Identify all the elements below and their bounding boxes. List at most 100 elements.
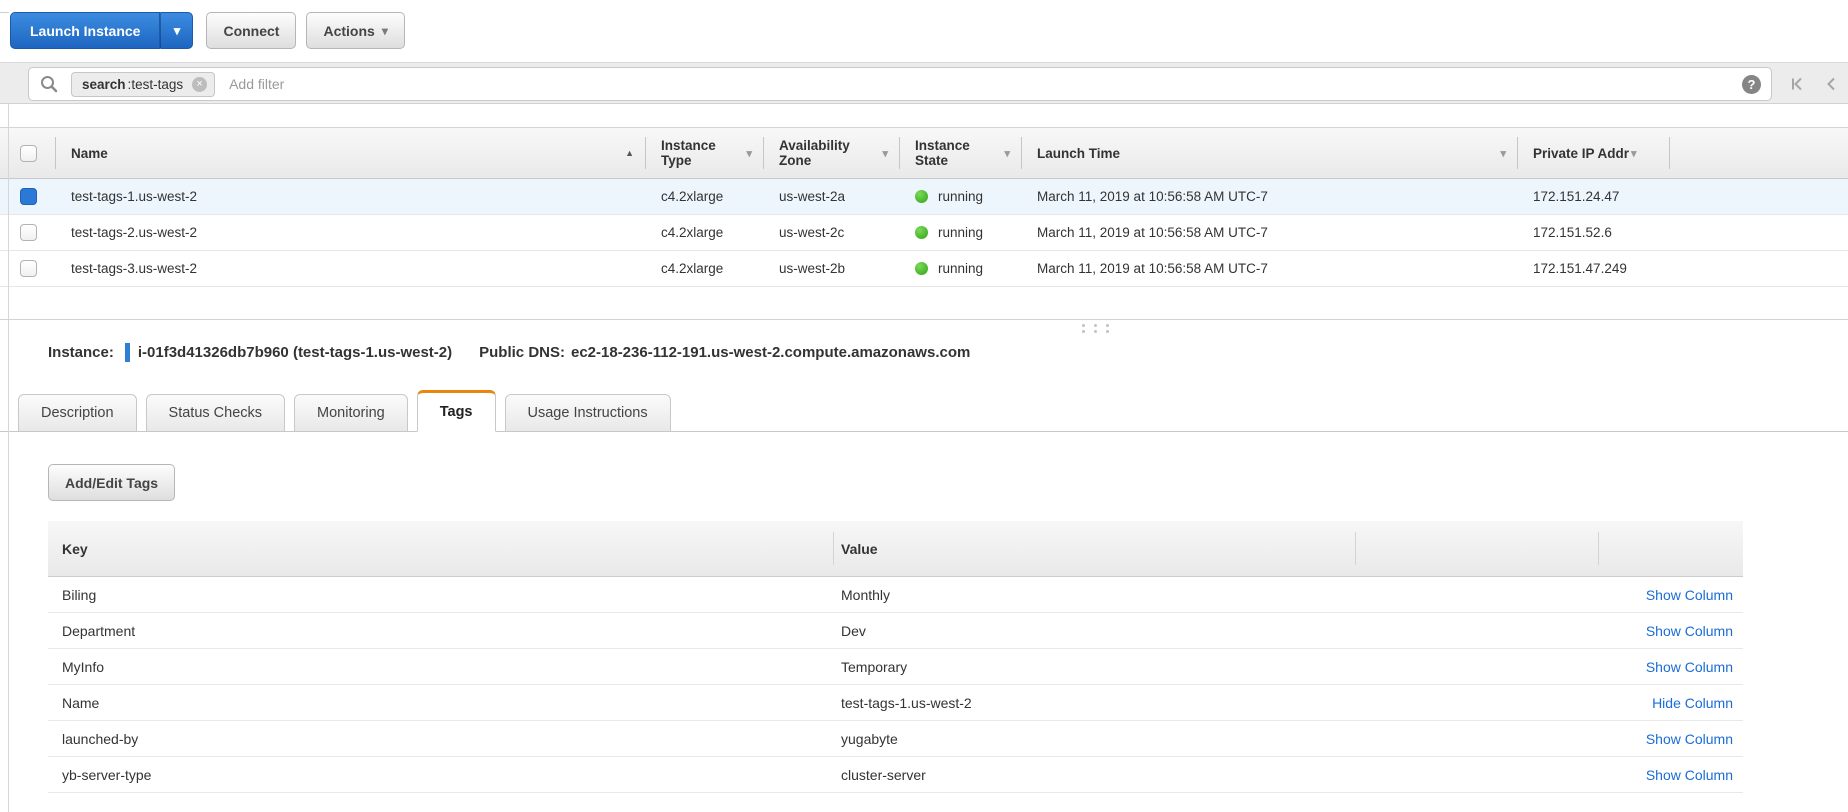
- tab-label: Tags: [440, 404, 473, 420]
- tags-value-header: Value: [833, 541, 1355, 557]
- cell-name: test-tags-3.us-west-2: [56, 251, 646, 286]
- tag-row: launched-by yugabyte Show Column: [48, 721, 1743, 757]
- instance-row[interactable]: test-tags-1.us-west-2 c4.2xlarge us-west…: [0, 179, 1848, 215]
- tag-key: Biling: [48, 587, 833, 603]
- tag-value: yugabyte: [833, 731, 1355, 747]
- select-all-cell: [0, 128, 56, 178]
- cell-availability-zone: us-west-2a: [764, 179, 900, 214]
- tag-row: Biling Monthly Show Column: [48, 577, 1743, 613]
- column-label: Private IP Addr: [1533, 146, 1629, 161]
- row-checkbox[interactable]: [20, 224, 37, 241]
- tab[interactable]: Tags: [417, 390, 496, 432]
- filter-caret-icon[interactable]: ▾: [882, 147, 888, 160]
- launch-instance-button[interactable]: Launch Instance: [10, 12, 160, 49]
- cell-name: test-tags-2.us-west-2: [56, 215, 646, 250]
- row-checkbox[interactable]: [20, 188, 37, 205]
- cell-launch-time: March 11, 2019 at 10:56:58 AM UTC-7: [1022, 251, 1518, 286]
- state-label: running: [938, 225, 983, 240]
- toolbar: Launch Instance ▾ Connect Actions ▾: [0, 0, 1848, 50]
- column-header-availability-zone[interactable]: Availability Zone ▾: [764, 128, 900, 178]
- column-toggle-link[interactable]: Show Column: [1646, 587, 1733, 603]
- filter-caret-icon[interactable]: ▾: [746, 147, 752, 160]
- cell-private-ip: 172.151.52.6: [1518, 215, 1670, 250]
- tag-key: Name: [48, 695, 833, 711]
- cell-instance-type: c4.2xlarge: [646, 251, 764, 286]
- search-icon: [39, 74, 59, 94]
- column-toggle-link[interactable]: Show Column: [1646, 731, 1733, 747]
- column-header-private-ip[interactable]: Private IP Addr ▾: [1518, 128, 1670, 178]
- caret-down-icon: ▾: [174, 24, 181, 37]
- state-label: running: [938, 261, 983, 276]
- tags-key-header: Key: [48, 541, 833, 557]
- add-edit-tags-button[interactable]: Add/Edit Tags: [48, 464, 175, 501]
- column-toggle-link[interactable]: Show Column: [1646, 767, 1733, 783]
- search-filter-input[interactable]: search : test-tags × Add filter ?: [28, 67, 1772, 101]
- filter-caret-icon[interactable]: ▾: [1500, 147, 1506, 160]
- status-running-icon: [915, 226, 928, 239]
- cell-name: test-tags-1.us-west-2: [56, 179, 646, 214]
- column-header-name[interactable]: Name ▲: [56, 128, 646, 178]
- actions-label: Actions: [323, 23, 374, 39]
- column-header-instance-state[interactable]: Instance State ▾: [900, 128, 1022, 178]
- state-label: running: [938, 189, 983, 204]
- instance-row[interactable]: test-tags-3.us-west-2 c4.2xlarge us-west…: [0, 251, 1848, 287]
- instances-table: Name ▲ Instance Type ▾ Availability Zone…: [0, 127, 1848, 287]
- tab[interactable]: Monitoring: [294, 394, 408, 432]
- caret-down-icon: ▾: [382, 25, 388, 37]
- cell-availability-zone: us-west-2b: [764, 251, 900, 286]
- column-toggle-link[interactable]: Hide Column: [1652, 695, 1733, 711]
- filter-bar: search : test-tags × Add filter ?: [0, 62, 1848, 104]
- tab[interactable]: Status Checks: [146, 394, 286, 432]
- filter-caret-icon[interactable]: ▾: [1004, 147, 1010, 160]
- first-page-icon[interactable]: [1789, 76, 1805, 92]
- cell-launch-time: March 11, 2019 at 10:56:58 AM UTC-7: [1022, 179, 1518, 214]
- tag-row: Name test-tags-1.us-west-2 Hide Column: [48, 685, 1743, 721]
- column-header-instance-type[interactable]: Instance Type ▾: [646, 128, 764, 178]
- tags-table-header: Key Value: [48, 521, 1743, 577]
- column-label: Instance Type: [661, 138, 746, 168]
- column-label: Launch Time: [1037, 146, 1120, 161]
- select-all-checkbox[interactable]: [20, 145, 37, 162]
- public-dns-label: Public DNS:: [479, 344, 565, 361]
- ec2-console: Launch Instance ▾ Connect Actions ▾ searc…: [0, 0, 1848, 812]
- connect-button[interactable]: Connect: [206, 12, 296, 49]
- resize-handle-icon[interactable]: [1082, 324, 1109, 333]
- tag-value: Temporary: [833, 659, 1355, 675]
- launch-instance-split-button: Launch Instance ▾: [10, 12, 193, 49]
- instance-row[interactable]: test-tags-2.us-west-2 c4.2xlarge us-west…: [0, 215, 1848, 251]
- panel-edge-fragment: [0, 12, 9, 13]
- cell-instance-type: c4.2xlarge: [646, 215, 764, 250]
- cell-private-ip: 172.151.24.47: [1518, 179, 1670, 214]
- help-icon[interactable]: ?: [1742, 75, 1761, 94]
- tag-value: cluster-server: [833, 767, 1355, 783]
- tags-table: Key Value Biling Monthly Show Column Dep…: [48, 521, 1743, 793]
- status-running-icon: [915, 190, 928, 203]
- instance-label: Instance:: [48, 344, 114, 361]
- instance-id: i-01f3d41326db7b960 (test-tags-1.us-west…: [138, 344, 452, 361]
- tab[interactable]: Description: [18, 394, 137, 432]
- filter-key: search: [82, 77, 126, 92]
- add-filter-placeholder: Add filter: [229, 76, 284, 92]
- tab[interactable]: Usage Instructions: [505, 394, 671, 432]
- search-filter-pill[interactable]: search : test-tags ×: [71, 72, 215, 97]
- column-toggle-link[interactable]: Show Column: [1646, 623, 1733, 639]
- column-toggle-link[interactable]: Show Column: [1646, 659, 1733, 675]
- actions-button[interactable]: Actions ▾: [306, 12, 404, 49]
- instance-summary: Instance: i-01f3d41326db7b960 (test-tags…: [48, 342, 1848, 362]
- filter-caret-icon[interactable]: ▾: [1631, 147, 1637, 160]
- tag-value: Dev: [833, 623, 1355, 639]
- cell-filler: [1670, 179, 1848, 214]
- remove-filter-icon[interactable]: ×: [192, 77, 207, 92]
- column-header-launch-time[interactable]: Launch Time ▾: [1022, 128, 1518, 178]
- tag-key: launched-by: [48, 731, 833, 747]
- tag-row: MyInfo Temporary Show Column: [48, 649, 1743, 685]
- column-label: Name: [71, 146, 108, 161]
- tag-key: yb-server-type: [48, 767, 833, 783]
- prev-page-icon[interactable]: [1823, 76, 1839, 92]
- row-checkbox[interactable]: [20, 260, 37, 277]
- tag-value: Monthly: [833, 587, 1355, 603]
- column-label: Instance State: [915, 138, 1004, 168]
- launch-instance-dropdown-button[interactable]: ▾: [160, 12, 193, 49]
- tag-row: Department Dev Show Column: [48, 613, 1743, 649]
- cell-filler: [1670, 215, 1848, 250]
